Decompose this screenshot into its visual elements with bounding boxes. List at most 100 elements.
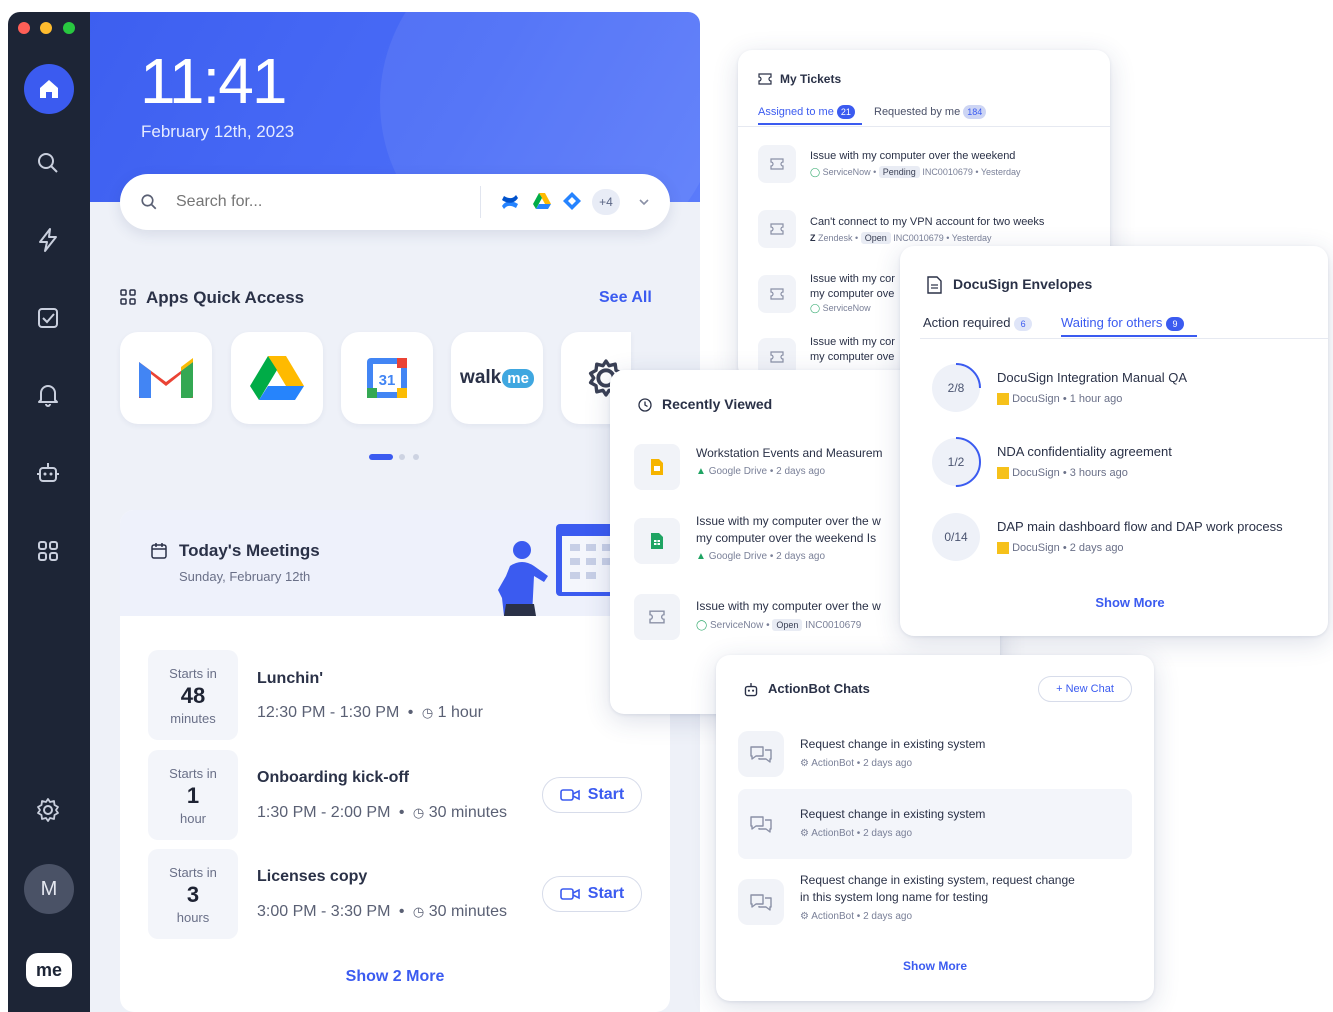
- envelope-item[interactable]: DocuSign Integration Manual QA DocuSign …: [997, 370, 1317, 406]
- maximize-window-button[interactable]: [63, 22, 75, 34]
- google-calendar-icon: 31: [367, 358, 407, 398]
- meetings-title: Today's Meetings: [179, 541, 320, 560]
- actionbot-icon: ⚙: [800, 828, 809, 839]
- clock-icon: [638, 398, 652, 412]
- docusign-icon: [997, 467, 1009, 480]
- sidebar-item-settings[interactable]: [29, 791, 67, 829]
- confluence-icon[interactable]: [500, 192, 520, 212]
- servicenow-icon: ◯: [696, 620, 708, 631]
- minimize-window-button[interactable]: [40, 22, 52, 34]
- envelope-progress: 1/2: [930, 436, 982, 488]
- file-icon-wrap: [634, 594, 680, 640]
- search-bar[interactable]: +4: [120, 174, 670, 230]
- logo-text: me: [35, 959, 62, 980]
- app-tile-gmail[interactable]: [120, 332, 212, 424]
- tab-requested-by-me[interactable]: Requested by me 184: [874, 105, 987, 119]
- app-tile-google-calendar[interactable]: 31: [341, 332, 433, 424]
- meeting-time: 3:00 PM - 3:30 PM • ◷ 30 minutes: [257, 903, 507, 920]
- ticket-row[interactable]: Issue with my computer over the weekend …: [810, 150, 1100, 178]
- sidebar-item-tasks[interactable]: [29, 299, 67, 337]
- video-camera-icon: [559, 789, 580, 801]
- actionbot-icon: ⚙: [800, 758, 809, 769]
- docusign-title: DocuSign Envelopes: [953, 276, 1093, 292]
- chat-bubbles-icon: [750, 894, 772, 911]
- sidebar-item-search[interactable]: [29, 144, 67, 182]
- clock-icon: ◷: [412, 805, 425, 820]
- search-icon: [141, 194, 157, 210]
- envelope-item[interactable]: NDA confidentiality agreement DocuSign •…: [997, 444, 1317, 480]
- google-sheets-icon: [651, 533, 663, 549]
- envelope-item[interactable]: DAP main dashboard flow and DAP work pro…: [997, 519, 1317, 555]
- chat-icon-wrap: [738, 731, 784, 777]
- start-meeting-button[interactable]: Start: [542, 777, 642, 813]
- actionbot-icon: ⚙: [800, 911, 809, 922]
- chat-icon-wrap: [738, 879, 784, 925]
- google-slides-icon: [651, 459, 663, 475]
- google-drive-icon: ▲: [696, 466, 706, 477]
- chats-show-more-link[interactable]: Show More: [716, 959, 1154, 973]
- google-drive-icon: [250, 356, 304, 400]
- docusign-envelopes-card: DocuSign Envelopes Action required 6 Wai…: [900, 246, 1328, 636]
- walkme-badge: me: [502, 368, 534, 388]
- ticket-icon: [649, 610, 665, 624]
- clock-icon: ◷: [412, 904, 425, 919]
- ticket-row-icon: [758, 210, 796, 248]
- close-window-button[interactable]: [18, 22, 30, 34]
- docusign-show-more-link[interactable]: Show More: [900, 595, 1333, 610]
- chat-icon-wrap: [738, 801, 784, 847]
- new-chat-button[interactable]: + New Chat: [1038, 676, 1132, 702]
- google-drive-icon[interactable]: [532, 192, 552, 210]
- clock: 11:41: [140, 45, 287, 117]
- sidebar-item-notifications[interactable]: [29, 376, 67, 414]
- document-icon: [927, 276, 942, 294]
- sidebar-item-actionbot[interactable]: [29, 454, 67, 492]
- todays-meetings-card: Today's Meetings Sunday, February 12th S…: [120, 510, 670, 1012]
- sidebar-item-home[interactable]: [24, 64, 74, 114]
- sidebar-item-apps[interactable]: [29, 532, 67, 570]
- active-tab-underline: [758, 123, 862, 125]
- avatar[interactable]: M: [24, 864, 74, 914]
- app-tile-google-drive[interactable]: [231, 332, 323, 424]
- chat-item[interactable]: Request change in existing system, reque…: [738, 863, 1132, 943]
- walkme-wordmark: walk: [460, 367, 502, 388]
- zendesk-icon: Z: [810, 233, 816, 243]
- search-icon: [38, 153, 58, 173]
- more-integrations-badge[interactable]: +4: [592, 189, 620, 215]
- tab-waiting-for-others[interactable]: Waiting for others 9: [1061, 315, 1185, 331]
- main-window: M me 11:41 February 12th, 2023 +4 Apps Q…: [8, 12, 700, 1012]
- see-all-link[interactable]: See All: [599, 289, 652, 307]
- docusign-icon: [997, 393, 1009, 406]
- chat-item[interactable]: Request change in existing system ⚙ Acti…: [738, 719, 1132, 789]
- walkme-logo: me: [26, 953, 72, 987]
- ticket-icon: [770, 223, 784, 235]
- chevron-down-icon[interactable]: [638, 196, 650, 208]
- carousel-dot-active[interactable]: [369, 454, 393, 460]
- start-meeting-button[interactable]: Start: [542, 876, 642, 912]
- jira-icon[interactable]: [562, 191, 582, 211]
- actionbot-chats-card: ActionBot Chats + New Chat Request chang…: [716, 655, 1154, 1001]
- show-more-meetings-link[interactable]: Show 2 More: [120, 968, 670, 986]
- tab-assigned-to-me[interactable]: Assigned to me 21: [758, 105, 855, 119]
- actionbot-chats-title: ActionBot Chats: [768, 681, 870, 696]
- carousel-dot[interactable]: [399, 454, 405, 460]
- status-badge: Pending: [878, 166, 920, 178]
- envelope-progress: 2/8: [930, 362, 982, 414]
- search-input[interactable]: [176, 190, 456, 214]
- carousel-dot[interactable]: [413, 454, 419, 460]
- meeting-countdown: Starts in 1 hour: [148, 750, 238, 840]
- ticket-icon: [770, 288, 784, 300]
- tab-action-required[interactable]: Action required 6: [923, 315, 1033, 331]
- meeting-time: 1:30 PM - 2:00 PM • ◷ 30 minutes: [257, 804, 507, 821]
- meeting-countdown: Starts in 48 minutes: [148, 650, 238, 740]
- ticket-row[interactable]: Can't connect to my VPN account for two …: [810, 216, 1100, 244]
- my-tickets-title: My Tickets: [780, 72, 842, 86]
- current-date: February 12th, 2023: [141, 122, 295, 141]
- app-tile-walkme[interactable]: walk me: [451, 332, 543, 424]
- bell-icon: [38, 385, 58, 407]
- sidebar-item-actions[interactable]: [29, 221, 67, 259]
- recently-viewed-title: Recently Viewed: [662, 396, 773, 412]
- robot-icon: [744, 683, 758, 697]
- chat-item[interactable]: Request change in existing system ⚙ Acti…: [738, 789, 1132, 859]
- apps-quick-access-title: Apps Quick Access: [146, 288, 305, 307]
- google-drive-icon: ▲: [696, 551, 706, 562]
